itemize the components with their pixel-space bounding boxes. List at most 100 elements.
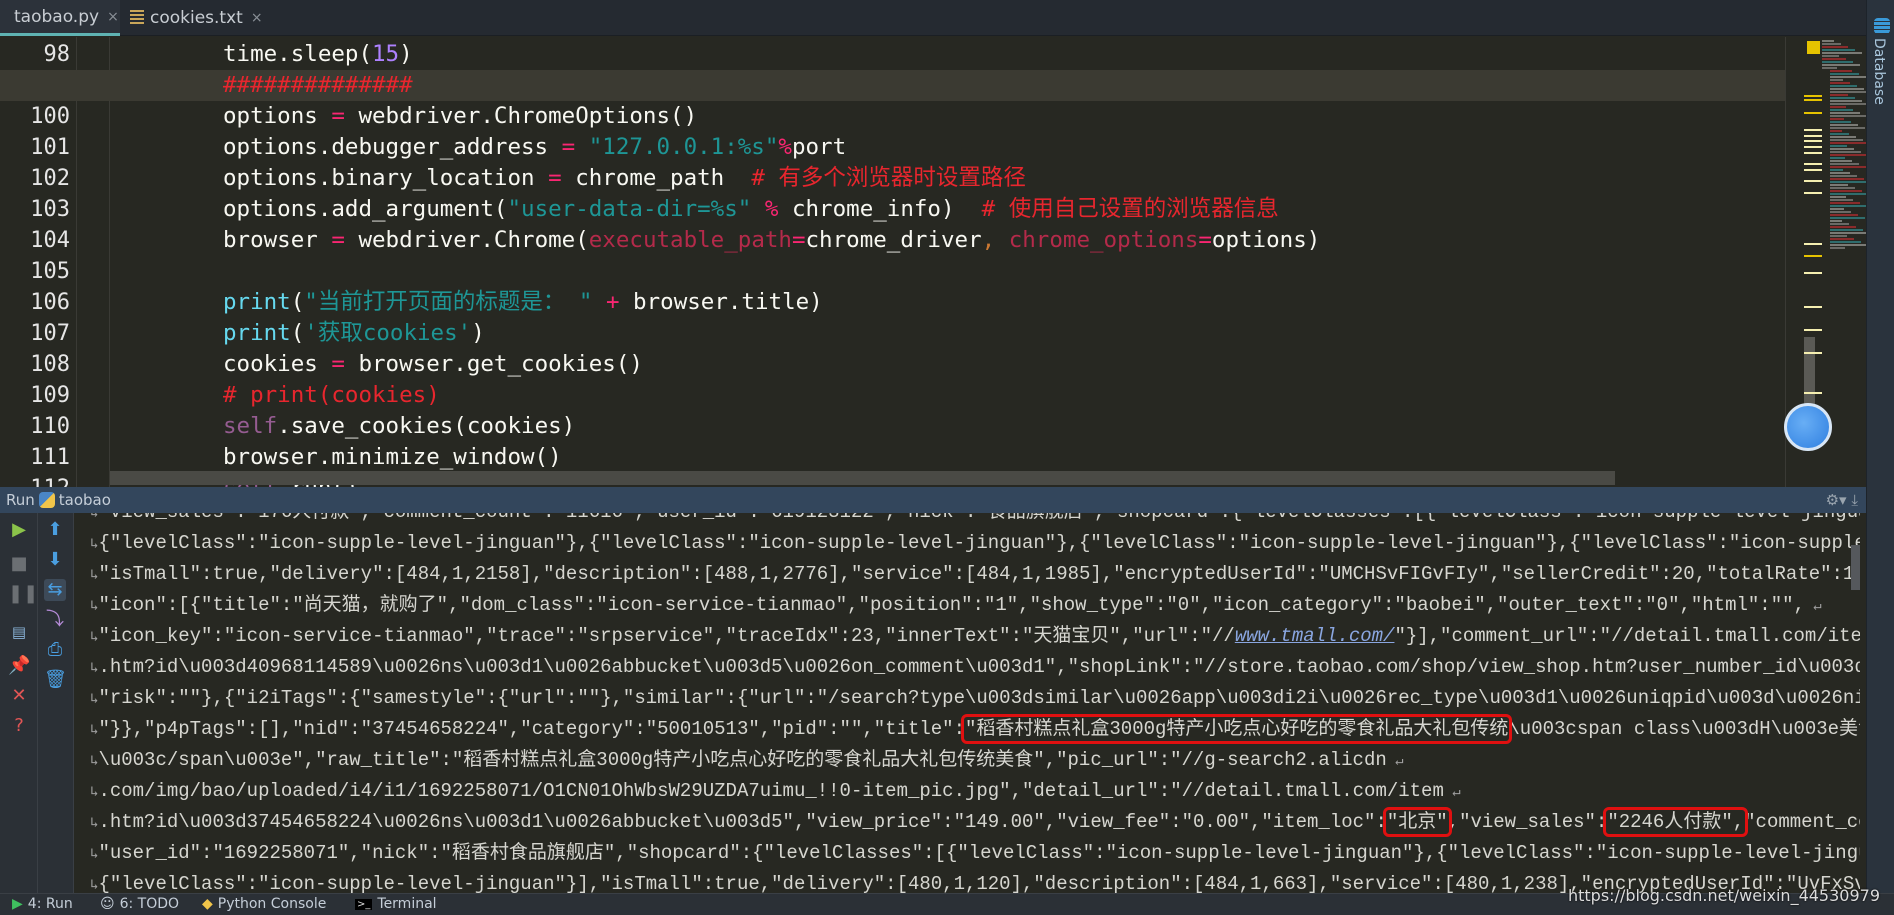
code-line[interactable]: options = webdriver.ChromeOptions()	[223, 101, 1785, 132]
stripe-marker[interactable]	[1804, 180, 1822, 182]
stripe-marker[interactable]	[1804, 392, 1822, 394]
stripe-marker[interactable]	[1804, 95, 1822, 97]
stripe-marker[interactable]	[1804, 306, 1822, 308]
bottom-tab-terminal[interactable]: >_ Terminal	[355, 896, 437, 912]
minimap-line	[1830, 109, 1853, 111]
database-icon[interactable]	[1874, 18, 1890, 34]
minimap-line	[1830, 241, 1861, 243]
inspection-status-icon[interactable]	[1807, 41, 1820, 54]
minimap-line	[1822, 67, 1837, 69]
stripe-marker[interactable]	[1804, 163, 1822, 165]
minimap-line	[1830, 106, 1846, 108]
stripe-marker[interactable]	[1804, 146, 1822, 148]
output-text: "user_id":"1692258071","nick":"稻香村食品旗舰店"…	[98, 842, 1860, 864]
output-text: "isTmall":true,"delivery":[484,1,2158],"…	[98, 563, 1860, 585]
output-scrollbar[interactable]	[1851, 545, 1860, 590]
highlighted-value: "稻香村糕点礼盒3000g特产小吃点心好吃的零食礼品大礼包传统	[960, 714, 1513, 744]
pause-icon[interactable]: ❚❚	[8, 583, 38, 605]
code-token: '获取cookies'	[304, 320, 472, 346]
output-line: ↳.com/img/bao/uploaded/i4/i1/1692258071/…	[90, 776, 1461, 807]
floating-widget-icon[interactable]	[1784, 403, 1832, 451]
code-line[interactable]: options.binary_location = chrome_path # …	[223, 163, 1785, 194]
console-output[interactable]: ↳"view_sales":"176人付款","comment_count":"…	[74, 513, 1860, 893]
code-line[interactable]: self.save_cookies(cookies)	[223, 411, 1785, 442]
code-line[interactable]: cookies = browser.get_cookies()	[223, 349, 1785, 380]
scroll-to-end-icon[interactable]: ⤵	[44, 609, 66, 631]
minimap-line	[1830, 154, 1868, 156]
code-editor[interactable]: 9899100101102103104105106107108109110111…	[0, 37, 1785, 487]
bottom-tab-python-console[interactable]: ◆ Python Console	[202, 896, 326, 912]
rerun-icon[interactable]: ▶	[8, 519, 30, 541]
stop-icon[interactable]: ■	[8, 553, 30, 575]
stripe-marker[interactable]	[1804, 329, 1822, 331]
code-token: chrome_path	[561, 165, 752, 191]
stripe-marker[interactable]	[1804, 192, 1822, 194]
bottom-tab-todo[interactable]: ☺ 6: TODO	[100, 896, 179, 912]
minimap-line	[1830, 70, 1852, 72]
stripe-marker[interactable]	[1804, 129, 1822, 131]
highlighted-value: "北京"	[1382, 807, 1452, 837]
minimap-line	[1830, 214, 1858, 216]
stripe-marker[interactable]	[1804, 99, 1822, 101]
code-line[interactable]: browser.minimize_window()	[223, 442, 1785, 473]
minimap-line	[1830, 124, 1858, 126]
stripe-marker[interactable]	[1804, 169, 1822, 171]
run-config-tab[interactable]: taobao	[59, 491, 111, 509]
minimap-line	[1830, 217, 1865, 219]
output-text: \u003cspan class\u003dH\u003e美食	[1508, 718, 1860, 740]
stripe-marker[interactable]	[1804, 243, 1822, 245]
line-number: 109	[30, 383, 70, 408]
close-icon[interactable]: ✕	[8, 685, 30, 707]
minimap-line	[1830, 76, 1866, 78]
output-text: "view_sales":"176人付款","comment_count":"1…	[98, 513, 1860, 523]
minimap-line	[1830, 136, 1856, 138]
stripe-marker[interactable]	[1804, 112, 1822, 114]
code-line[interactable]: print('获取cookies')	[223, 318, 1785, 349]
database-tool-button[interactable]: Database	[1871, 38, 1887, 105]
output-text: "icon_key":"icon-service-tianmao","trace…	[98, 625, 1235, 647]
code-line[interactable]: options.debugger_address = "127.0.0.1:%s…	[223, 132, 1785, 163]
output-text: "}},"p4pTags":[],"nid":"37454658224","ca…	[98, 718, 965, 740]
stripe-marker[interactable]	[1804, 272, 1822, 274]
code-minimap[interactable]	[1822, 40, 1871, 250]
pin-icon[interactable]: 📌	[8, 655, 30, 677]
stripe-marker[interactable]	[1804, 135, 1822, 137]
stripe-marker[interactable]	[1804, 352, 1822, 354]
up-arrow-icon[interactable]: ⬆	[44, 519, 66, 541]
code-line[interactable]: print("当前打开页面的标题是： " + browser.title)	[223, 287, 1785, 318]
minimap-line	[1830, 142, 1870, 144]
code-token: cookies	[223, 351, 332, 377]
down-arrow-icon[interactable]: ⬇	[44, 549, 66, 571]
trash-icon[interactable]: 🗑	[44, 669, 67, 691]
minimap-line	[1830, 181, 1871, 183]
layout-icon[interactable]: ▤	[8, 621, 30, 643]
stripe-marker[interactable]	[1804, 152, 1822, 154]
close-tab-icon[interactable]: ×	[251, 10, 263, 26]
stripe-marker[interactable]	[1804, 140, 1822, 142]
code-line[interactable]: options.add_argument("user-data-dir=%s" …	[223, 194, 1785, 225]
line-number: 104	[30, 228, 70, 253]
code-line[interactable]: ##############	[223, 70, 1785, 101]
horizontal-scrollbar[interactable]	[110, 471, 1615, 485]
stripe-marker[interactable]	[1804, 255, 1822, 257]
tab-cookies-txt[interactable]: cookies.txt ×	[122, 0, 272, 36]
output-link[interactable]: www.tmall.com/	[1235, 625, 1395, 647]
line-number: 98	[43, 42, 71, 67]
soft-wrap-icon[interactable]: ⇆	[44, 579, 66, 601]
minimap-line	[1830, 97, 1855, 99]
code-line[interactable]: browser = webdriver.Chrome(executable_pa…	[223, 225, 1785, 256]
help-icon[interactable]: ?	[8, 715, 30, 737]
hide-panel-icon[interactable]: ⤓	[1851, 491, 1858, 509]
gear-icon[interactable]: ⚙▾	[1826, 491, 1847, 509]
print-icon[interactable]: ⎙	[44, 639, 66, 661]
tab-taobao-py[interactable]: taobao.py ×	[0, 0, 120, 36]
output-text: .htm?id\u003d37454658224\u0026ns\u003d1\…	[98, 811, 1387, 833]
bottom-tab-run[interactable]: ▶ 4: Run	[12, 896, 73, 912]
code-token: webdriver.Chrome(	[344, 227, 589, 253]
code-line[interactable]: time.sleep(15)	[223, 39, 1785, 70]
code-line[interactable]: # print(cookies)	[223, 380, 1785, 411]
close-tab-icon[interactable]: ×	[107, 9, 119, 25]
output-line: ↳.htm?id\u003d37454658224\u0026ns\u003d1…	[90, 807, 1860, 838]
code-line[interactable]	[223, 256, 1785, 287]
output-line: ↳"risk":""},{"i2iTags":{"samestyle":{"ur…	[90, 683, 1860, 714]
